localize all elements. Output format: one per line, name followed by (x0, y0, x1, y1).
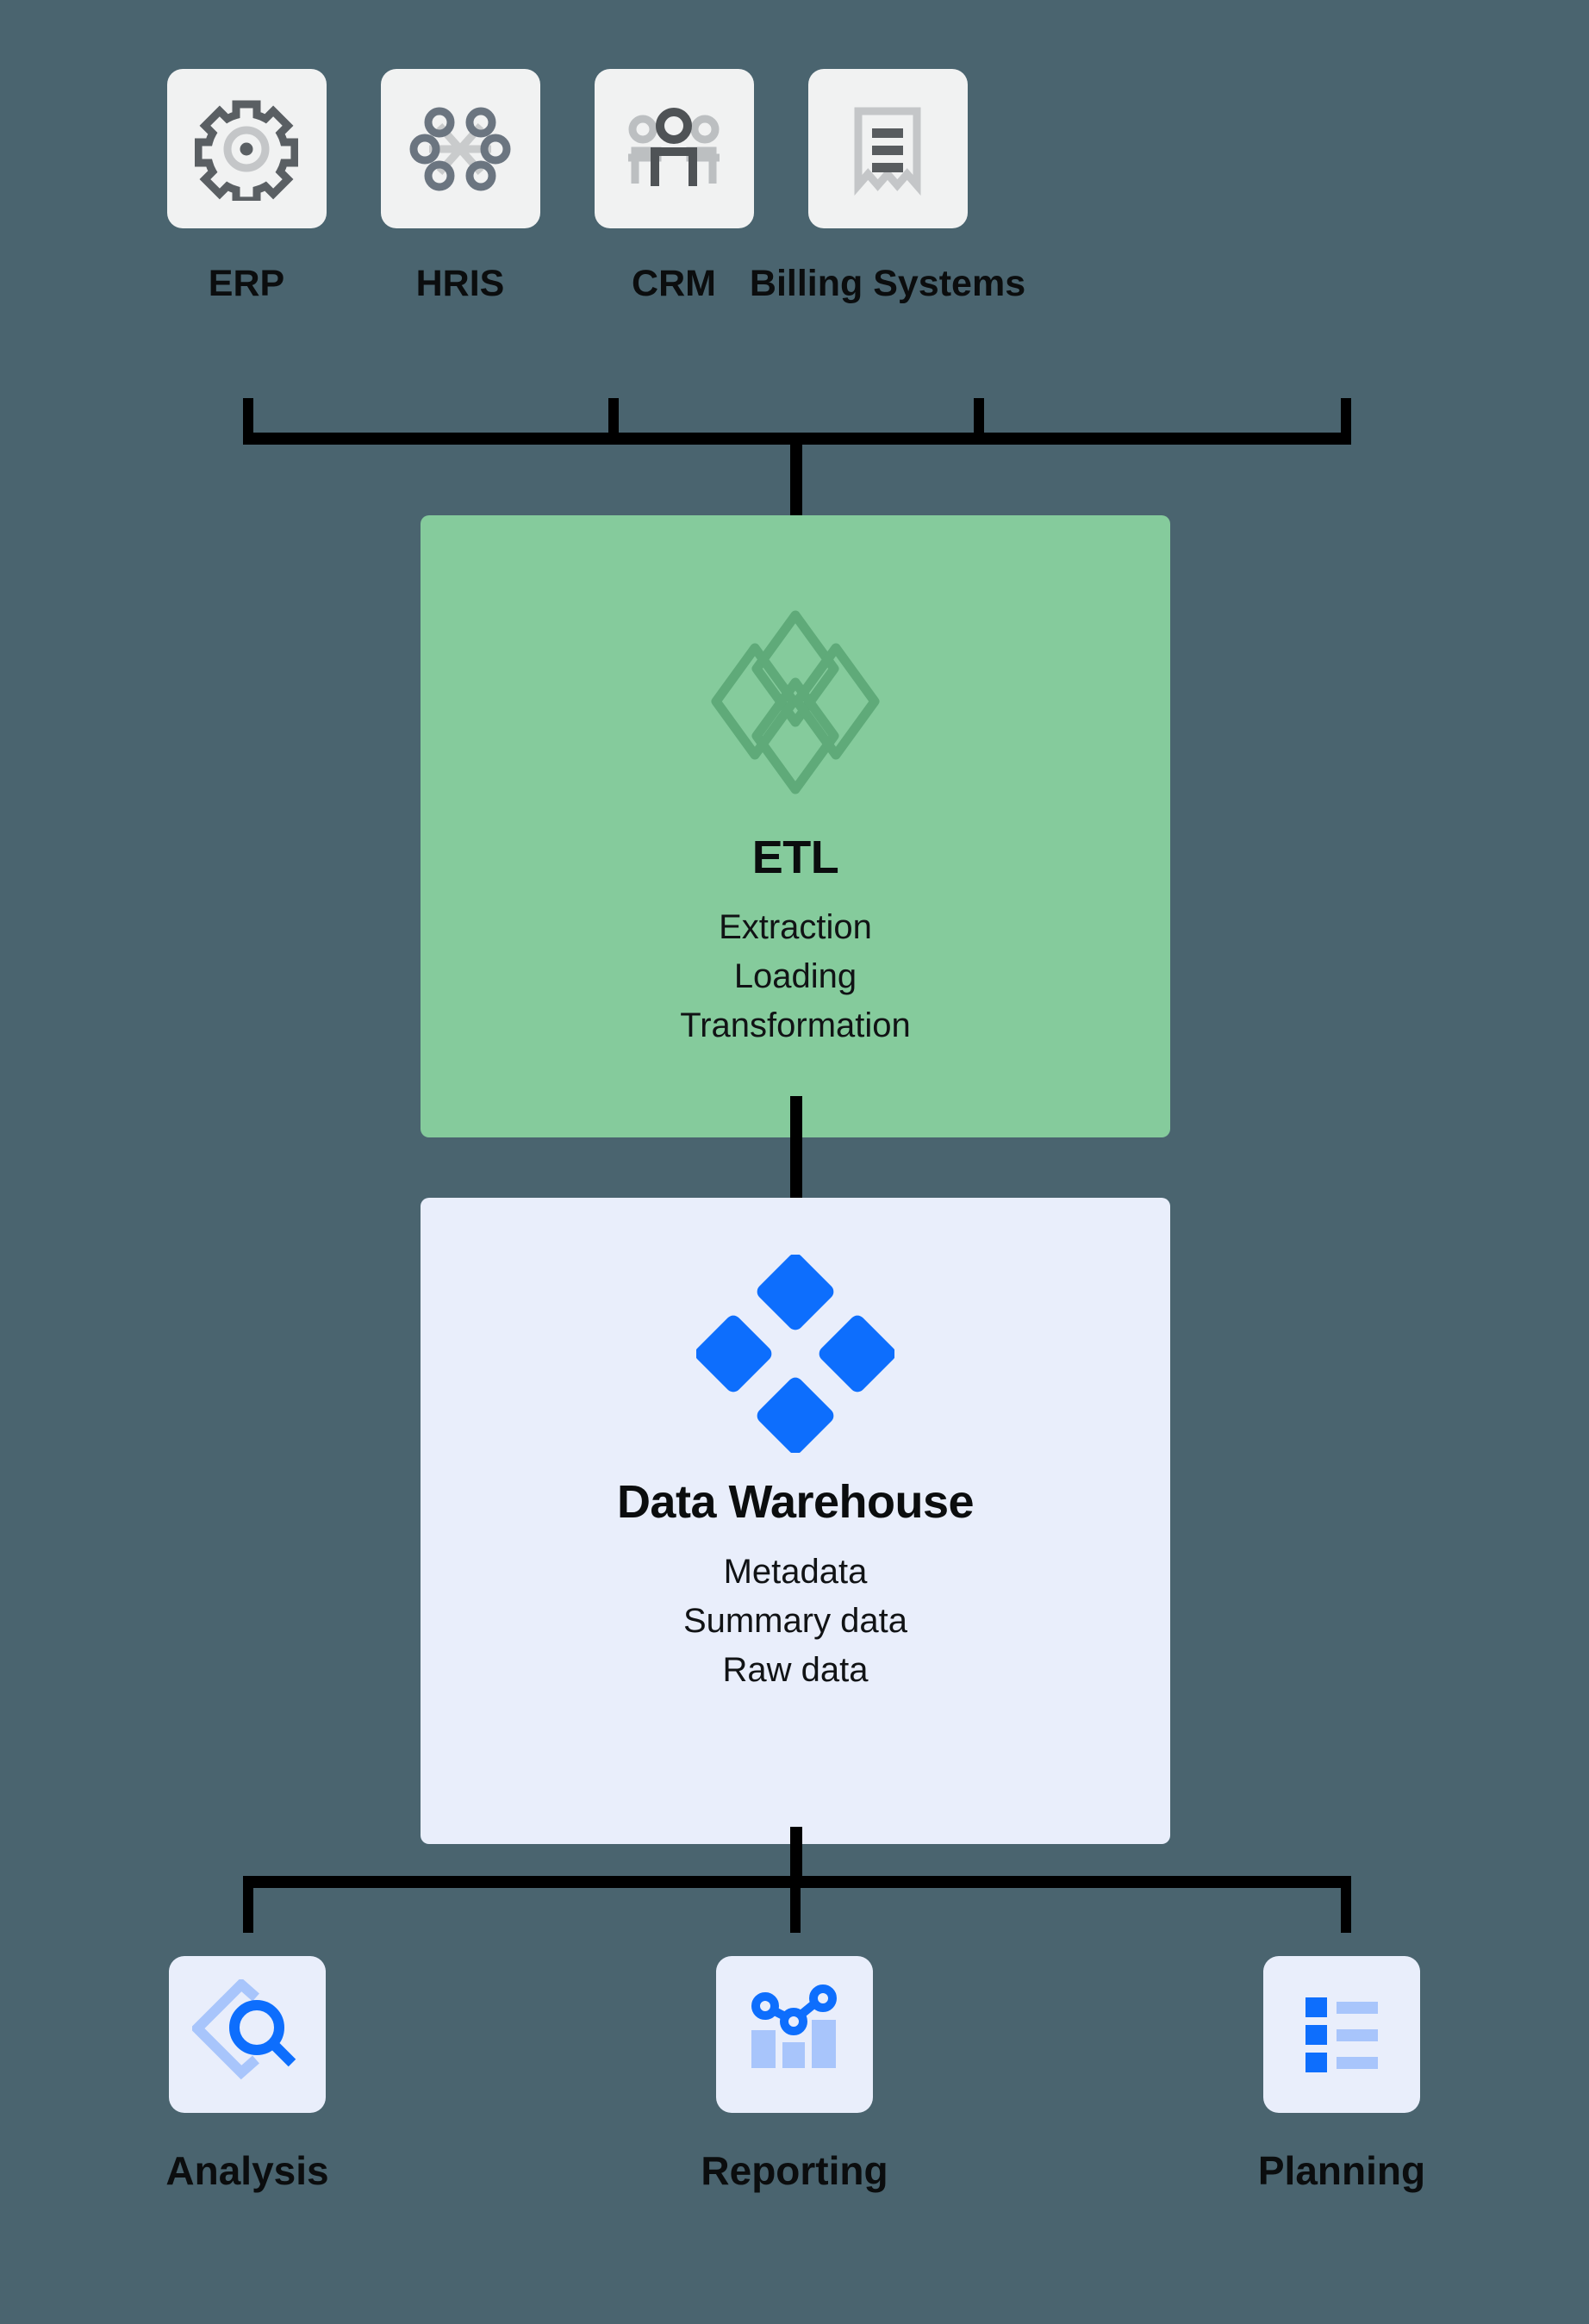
data-warehouse-block[interactable]: Data Warehouse Metadata Summary data Raw… (421, 1198, 1170, 1844)
output-label-planning: Planning (1257, 2148, 1426, 2193)
output-node-analysis[interactable]: Analysis (118, 1956, 377, 2194)
four-diamonds-outline-icon (711, 610, 880, 794)
source-node-billing[interactable]: Billing Systems (750, 69, 1025, 305)
source-tile-billing (807, 69, 968, 228)
output-node-planning[interactable]: Planning (1212, 1956, 1471, 2194)
people-group-icon (628, 107, 720, 186)
diamond-magnifier-icon (192, 1979, 296, 2080)
connector-stub-hris (608, 398, 619, 434)
checklist-icon (1305, 1997, 1378, 2072)
connector-stem-from-warehouse (790, 1827, 802, 1882)
source-label-billing: Billing Systems (749, 263, 1026, 304)
output-node-reporting[interactable]: Reporting (665, 1956, 924, 2194)
source-tile-crm (594, 69, 754, 228)
source-label-crm: CRM (632, 263, 716, 304)
architecture-diagram: ERP HRIS CRM Billing Systems ETL Extract… (0, 0, 1589, 2324)
warehouse-detail-line: Raw data (722, 1650, 869, 1689)
network-nodes-icon (409, 107, 511, 190)
four-diamonds-solid-icon (696, 1255, 894, 1453)
bar-line-chart-icon (751, 1984, 837, 2068)
etl-block[interactable]: ETL Extraction Loading Transformation (421, 515, 1170, 1137)
etl-title: ETL (751, 832, 839, 883)
connector-stub-erp (243, 398, 253, 434)
receipt-icon (854, 107, 921, 196)
warehouse-icon-wrap (696, 1255, 894, 1453)
warehouse-detail-line: Summary data (682, 1601, 908, 1640)
source-tile-hris (380, 69, 540, 228)
etl-detail-list: Extraction Loading Transformation (680, 903, 911, 1050)
output-tile-planning (1263, 1956, 1420, 2113)
warehouse-detail-list: Metadata Summary data Raw data (683, 1548, 907, 1694)
output-tile-analysis (169, 1956, 326, 2113)
etl-detail-line: Transformation (680, 1006, 911, 1044)
output-label-analysis: Analysis (165, 2148, 329, 2193)
warehouse-title: Data Warehouse (616, 1476, 975, 1528)
warehouse-detail-line: Metadata (723, 1553, 868, 1591)
connector-stub-planning (1341, 1886, 1351, 1933)
etl-icon-wrap (696, 603, 894, 801)
gear-icon (195, 100, 298, 201)
etl-detail-line: Extraction (719, 908, 872, 946)
source-node-erp[interactable]: ERP (134, 69, 358, 305)
source-label-erp: ERP (208, 263, 285, 304)
etl-detail-line: Loading (733, 956, 857, 995)
source-node-hris[interactable]: HRIS (348, 69, 572, 305)
connector-stub-crm (974, 398, 984, 434)
source-tile-erp (166, 69, 327, 228)
source-label-hris: HRIS (415, 263, 505, 304)
output-label-reporting: Reporting (701, 2148, 888, 2193)
output-tile-reporting (716, 1956, 873, 2113)
connector-stub-billing (1341, 398, 1351, 434)
connector-stub-analysis (243, 1886, 253, 1933)
connector-stub-reporting (790, 1886, 801, 1933)
